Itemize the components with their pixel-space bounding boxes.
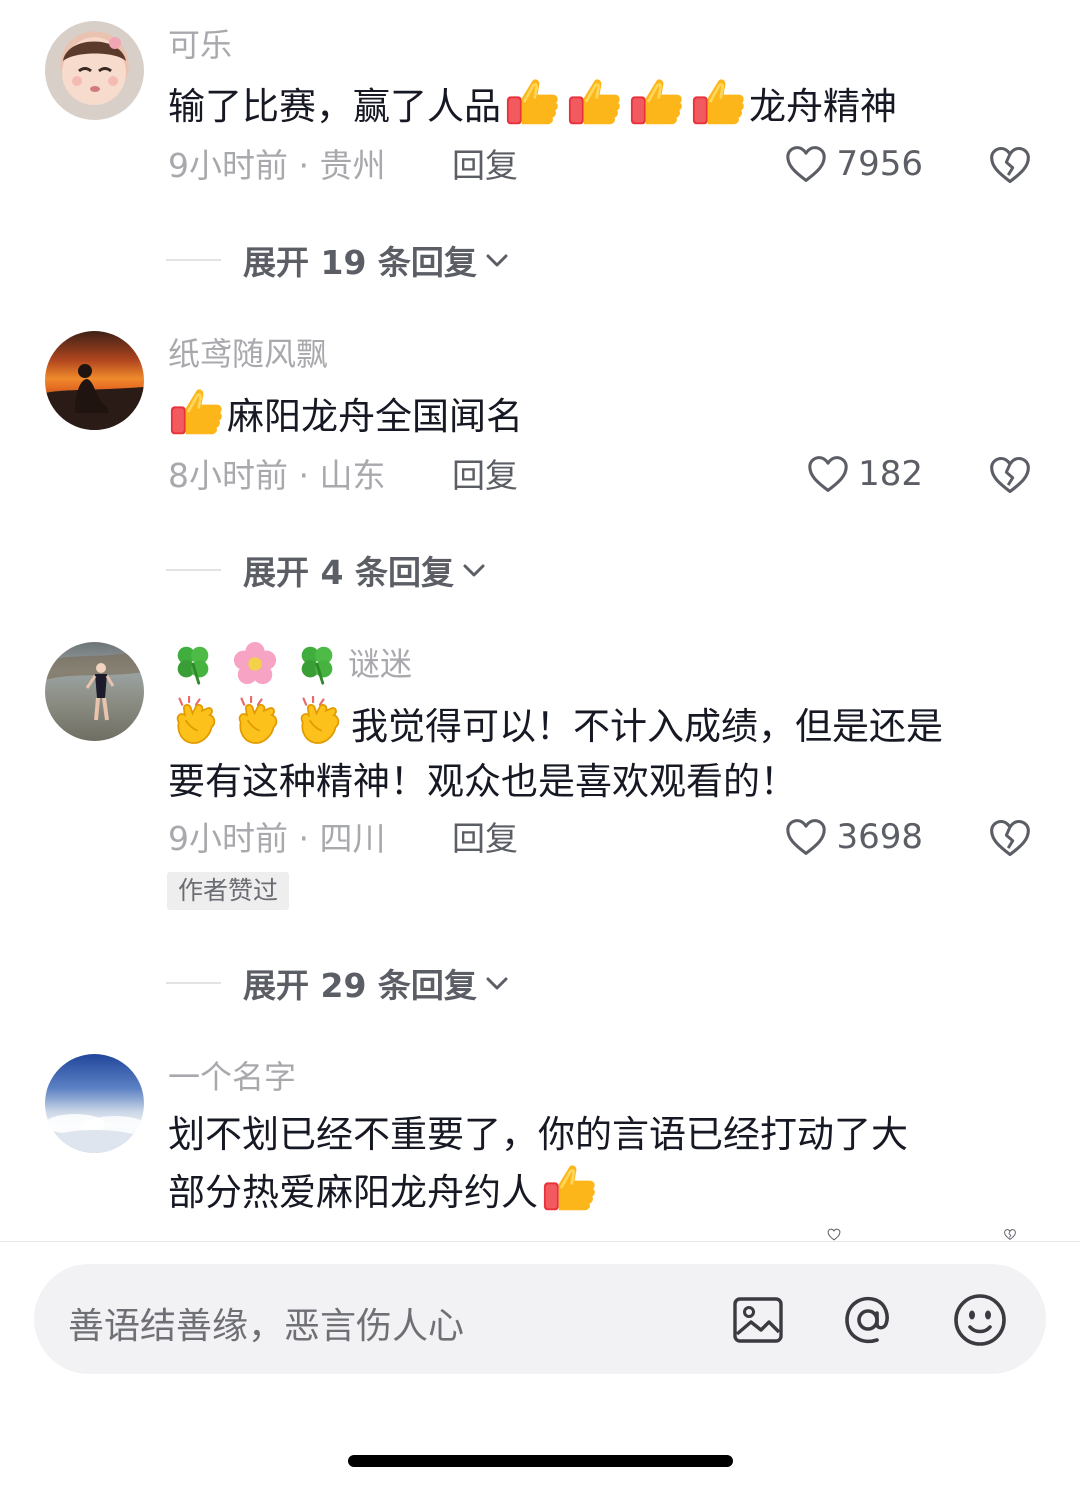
comment-text-line1: 我觉得可以！不计入成绩，但是还是 bbox=[351, 705, 943, 748]
thumbs-up-icon bbox=[566, 76, 622, 128]
comment-time-location: 9小时前 · 四川 bbox=[168, 819, 386, 858]
divider bbox=[166, 982, 221, 984]
like-count: 182 bbox=[858, 454, 923, 494]
smiley-icon[interactable] bbox=[952, 1292, 1008, 1348]
comment-text: 麻阳龙舟全国闻名 bbox=[168, 386, 1038, 444]
like-button[interactable]: 7956 bbox=[784, 144, 923, 184]
broken-heart-icon[interactable] bbox=[988, 143, 1032, 187]
avatar[interactable] bbox=[45, 331, 144, 430]
comment-text-suffix: 龙舟精神 bbox=[749, 85, 897, 128]
like-count: 3698 bbox=[836, 817, 923, 857]
like-button[interactable]: 3698 bbox=[784, 817, 923, 857]
expand-replies-label: 展开 29 条回复 bbox=[243, 966, 477, 1005]
username[interactable]: 谜迷 bbox=[168, 641, 412, 687]
username[interactable]: 一个名字 bbox=[168, 1057, 296, 1097]
avatar[interactable] bbox=[45, 642, 144, 741]
comment-input[interactable]: 善语结善缘，恶言伤人心 bbox=[34, 1264, 1046, 1374]
expand-replies-label: 展开 4 条回复 bbox=[243, 553, 454, 592]
divider bbox=[166, 259, 221, 261]
chevron-down-icon bbox=[483, 246, 511, 274]
reply-button[interactable]: 回复 bbox=[452, 146, 518, 186]
avatar[interactable] bbox=[45, 1054, 144, 1153]
expand-replies-button[interactable]: 展开 29 条回复 bbox=[166, 963, 511, 1005]
divider bbox=[166, 569, 221, 571]
heart-outline-icon bbox=[784, 144, 828, 184]
comment-text-line: 部分热爱麻阳龙舟约人 bbox=[168, 1162, 1038, 1220]
reply-button[interactable]: 回复 bbox=[452, 456, 518, 496]
username-text: 谜迷 bbox=[348, 645, 413, 683]
expand-replies-button[interactable]: 展开 4 条回复 bbox=[166, 550, 488, 592]
home-indicator[interactable] bbox=[348, 1455, 733, 1467]
chevron-down-icon bbox=[483, 969, 511, 997]
like-button[interactable]: 182 bbox=[806, 454, 923, 494]
comment-text-suffix: 麻阳龙舟全国闻名 bbox=[227, 395, 523, 438]
clapping-hands-icon bbox=[168, 696, 224, 748]
at-icon[interactable] bbox=[840, 1292, 896, 1348]
comment-time-location: 9小时前 · 贵州 bbox=[168, 146, 386, 185]
reply-button[interactable]: 回复 bbox=[452, 819, 518, 859]
broken-heart-icon[interactable] bbox=[988, 453, 1032, 497]
comment-text-line2: 要有这种精神！观众也是喜欢观看的！ bbox=[168, 760, 797, 803]
comment-text-line1: 划不划已经不重要了，你的言语已经打动了大 bbox=[168, 1113, 908, 1156]
comment-text-prefix: 输了比赛，赢了人品 bbox=[168, 85, 501, 128]
clapping-hands-icon bbox=[230, 696, 286, 748]
image-icon[interactable] bbox=[730, 1292, 786, 1348]
clover-icon bbox=[294, 641, 340, 687]
clapping-hands-icon bbox=[292, 696, 348, 748]
comment-text: 划不划已经不重要了，你的言语已经打动了大 部分热爱麻阳龙舟约人 bbox=[168, 1107, 1038, 1220]
thumbs-up-icon bbox=[168, 386, 224, 438]
clover-icon bbox=[170, 641, 216, 687]
avatar[interactable] bbox=[45, 21, 144, 120]
comment-text-line: 我觉得可以！不计入成绩，但是还是 bbox=[168, 696, 1038, 754]
comment-input-placeholder: 善语结善缘，恶言伤人心 bbox=[68, 1306, 465, 1347]
comment-text-line2: 部分热爱麻阳龙舟约人 bbox=[168, 1171, 538, 1214]
comment-time-location-clipped bbox=[168, 1230, 398, 1241]
heart-outline-icon bbox=[812, 1228, 856, 1241]
thumbs-up-icon bbox=[504, 76, 560, 128]
heart-outline-icon bbox=[806, 454, 850, 494]
comment-input-bar: 善语结善缘，恶言伤人心 bbox=[0, 1241, 1080, 1491]
flower-icon bbox=[232, 641, 278, 687]
thumbs-up-icon bbox=[541, 1162, 597, 1214]
username[interactable]: 可乐 bbox=[168, 25, 232, 65]
expand-replies-label: 展开 19 条回复 bbox=[243, 243, 477, 282]
thumbs-up-icon bbox=[690, 76, 746, 128]
comment-text: 输了比赛，赢了人品 龙舟精神 bbox=[168, 76, 1038, 134]
comment-text: 我觉得可以！不计入成绩，但是还是 要有这种精神！观众也是喜欢观看的！ bbox=[168, 696, 1038, 809]
expand-replies-button[interactable]: 展开 19 条回复 bbox=[166, 240, 511, 282]
broken-heart-icon[interactable] bbox=[988, 1228, 1032, 1241]
username[interactable]: 纸鸢随风飘 bbox=[168, 334, 328, 374]
thumbs-up-icon bbox=[628, 76, 684, 128]
like-count: 7956 bbox=[836, 144, 923, 184]
author-liked-badge: 作者赞过 bbox=[167, 872, 290, 910]
chevron-down-icon bbox=[460, 556, 488, 584]
heart-outline-icon bbox=[784, 817, 828, 857]
broken-heart-icon[interactable] bbox=[988, 816, 1032, 860]
comment-time-location: 8小时前 · 山东 bbox=[168, 456, 386, 495]
